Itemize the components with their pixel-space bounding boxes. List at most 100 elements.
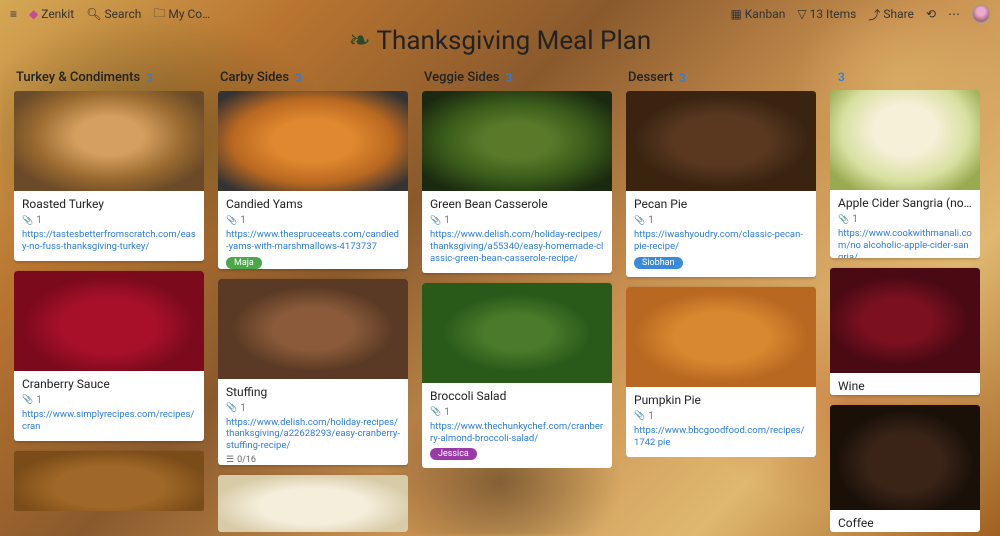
card-attachments: 📎1 — [634, 411, 808, 422]
app-logo[interactable]: ◆Zenkit — [29, 7, 74, 21]
card-link[interactable]: https://iwashyoudry.com/classic-pecan-pi… — [634, 229, 808, 253]
topbar: ≡ ◆Zenkit 🔍︎Search 🗀My Co… ▦Kanban ▽13 I… — [0, 0, 1000, 28]
card-image — [422, 91, 612, 191]
card[interactable]: Cranberry Sauce📎1https://www.simplyrecip… — [14, 271, 204, 441]
card-link[interactable]: https://tastesbetterfromscratch.com/easy… — [22, 229, 196, 253]
attachment-count: 1 — [36, 395, 42, 406]
column-header[interactable]: Veggie Sides 3 — [422, 70, 612, 85]
more-icon: ⋯ — [948, 7, 960, 21]
card-attachments: 📎1 — [634, 215, 808, 226]
card-body: Roasted Turkey 📎1 https://tastesbetterfrom… — [14, 191, 204, 261]
leaf-icon: ❧ — [349, 26, 371, 56]
share-icon: ⤴ — [868, 6, 880, 23]
share-button[interactable]: ⤴Share — [868, 6, 914, 23]
paperclip-icon: 📎 — [22, 216, 33, 226]
card-title: Roasted Turkey — [22, 197, 196, 211]
card-title: Cranberry Sauce — [22, 377, 196, 391]
card-body: Coffee — [830, 510, 980, 532]
column-header[interactable]: Dessert3 — [626, 70, 816, 85]
card-link[interactable]: https://www.thechunkychef.com/cranberry-… — [430, 421, 604, 445]
attachment-count: 1 — [852, 214, 858, 225]
column-title: Veggie Sides — [424, 70, 500, 85]
card[interactable] — [218, 475, 408, 532]
card[interactable]: Broccoli Salad📎1https://www.thechunkyche… — [422, 283, 612, 469]
card[interactable]: Roasted Turkey 📎1 https://tastesbetterfrom… — [14, 91, 204, 261]
card-title: Broccoli Salad — [430, 389, 604, 403]
card[interactable]: Candied Yams📎1https://www.thespruceeats.… — [218, 91, 408, 269]
card-title: Pumpkin Pie — [634, 393, 808, 407]
paperclip-icon: 📎 — [634, 411, 645, 421]
card[interactable]: Pumpkin Pie 📎1 https://www.bbcgoodfood.com… — [626, 287, 816, 457]
column-body: Pecan Pie📎1https://iwashyoudry.com/class… — [626, 91, 816, 457]
card-body: Pecan Pie📎1https://iwashyoudry.com/class… — [626, 191, 816, 277]
search-label: Search — [104, 7, 141, 21]
card-attachments: 📎1 — [22, 215, 196, 226]
column-body: Green Bean Casserole📎1https://www.delish… — [422, 91, 612, 468]
card-image — [218, 91, 408, 191]
search-icon: 🔍︎ — [86, 7, 101, 21]
card-body: Green Bean Casserole 📎1 https://www.delish… — [422, 191, 612, 273]
card-image — [830, 405, 980, 510]
card-title: Coffee — [838, 516, 972, 530]
assignee-tag[interactable]: Jessica — [430, 448, 477, 460]
attachment-count: 1 — [240, 403, 246, 414]
items-count[interactable]: ▽13 Items — [797, 7, 856, 21]
card-title: Green Bean Casserole — [430, 197, 604, 211]
card-image — [422, 283, 612, 383]
card[interactable]: Coffee — [830, 405, 980, 532]
card-image — [830, 90, 980, 190]
card-title: Candied Yams — [226, 197, 400, 211]
items-label: 13 Items — [810, 7, 857, 21]
kanban-column: Veggie Sides3Green Bean Casserole📎1https… — [422, 70, 612, 532]
card-image — [626, 91, 816, 191]
card-link[interactable]: https://www.bbcgoodfood.com/recipes/1742… — [634, 425, 808, 449]
assignee-tag[interactable]: Maja — [226, 257, 262, 269]
menu-button[interactable]: ≡ — [10, 7, 17, 21]
paperclip-icon: 📎 — [430, 407, 441, 417]
column-header[interactable]: Carby Sides3 — [218, 70, 408, 85]
card-link[interactable]: https://www.delish.com/holiday-recipes/t… — [430, 229, 604, 265]
card[interactable]: Wine — [830, 268, 980, 395]
menu-icon: ≡ — [10, 7, 17, 21]
app-name: Zenkit — [41, 7, 74, 21]
card-link[interactable]: https://www.delish.com/holiday-recipes/t… — [226, 417, 400, 453]
column-title: Turkey & Condiments — [16, 70, 140, 85]
card-title: Wine — [838, 379, 972, 393]
card-body: Broccoli Salad📎1https://www.thechunkyche… — [422, 383, 612, 469]
paperclip-icon: 📎 — [226, 216, 237, 226]
avatar[interactable] — [972, 5, 990, 23]
column-header[interactable]: Turkey & Condiments3 — [14, 70, 204, 85]
card-image — [14, 91, 204, 191]
kanban-column: Turkey & Condiments3Roasted Turkey📎1http… — [14, 70, 204, 532]
card[interactable]: Stuffing📎1https://www.delish.com/holiday… — [218, 279, 408, 465]
column-body: Candied Yams 📎 1 https://www.thespruceeats.… — [218, 91, 408, 532]
collection-breadcrumb[interactable]: 🗀My Co… — [153, 4, 210, 25]
share-label: Share — [883, 7, 914, 21]
kanban-board: Turkey & Condiments3Roasted Turkey📎1http… — [0, 56, 1000, 532]
view-selector[interactable]: ▦Kanban — [730, 7, 785, 21]
attachment-count: 1 — [444, 215, 450, 226]
attachment-count: 1 — [36, 215, 42, 226]
column-body: Roasted Turkey📎1https://tastesbetterfrom… — [14, 91, 204, 511]
card[interactable]: Pecan Pie📎1https://iwashyoudry.com/class… — [626, 91, 816, 277]
paperclip-icon: 📎 — [430, 216, 441, 226]
progress-text: 0/16 — [237, 455, 256, 464]
checklist-icon: ☰ — [226, 455, 234, 464]
more-button[interactable]: ⋯ — [948, 7, 960, 21]
card[interactable]: Apple Cider Sangria (non-alcoho📎1https:/… — [830, 90, 980, 258]
assignee-tag[interactable]: Siobhan — [634, 257, 683, 269]
activity-button[interactable]: ⟲ — [926, 7, 936, 21]
card[interactable]: Green Bean Casserole 📎1 https://www.delish… — [422, 91, 612, 273]
card-link[interactable]: https://www.thespruceeats.com/candied-ya… — [226, 229, 400, 253]
activity-icon: ⟲ — [926, 7, 936, 21]
card[interactable] — [14, 451, 204, 511]
card-link[interactable]: https://www.simplyrecipes.com/recipes/cr… — [22, 409, 196, 433]
column-count: 3 — [506, 71, 513, 85]
card-image — [830, 268, 980, 373]
card-body: Apple Cider Sangria (non-alcoho📎1https:/… — [830, 190, 980, 258]
column-header[interactable]: 3 — [830, 70, 980, 84]
search-button[interactable]: 🔍︎Search — [86, 7, 141, 21]
card-body: Wine — [830, 373, 980, 395]
card-link[interactable]: https://www.cookwithmanali.com/no alcoho… — [838, 228, 972, 258]
attachment-count: 1 — [648, 411, 654, 422]
